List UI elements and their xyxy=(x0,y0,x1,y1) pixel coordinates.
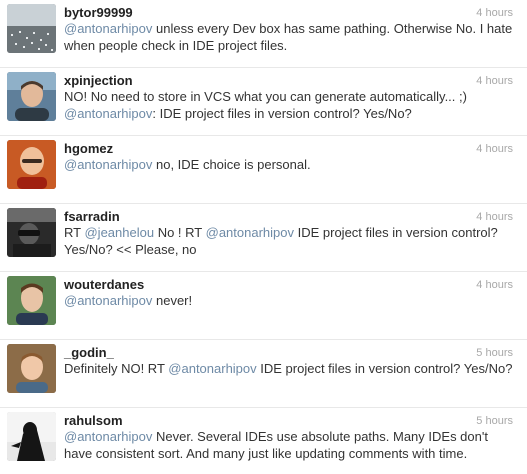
tweet-mention[interactable]: @jeanhelou xyxy=(84,225,154,240)
tweet-mention[interactable]: @antonarhipov xyxy=(64,106,152,121)
rahulsom-avatar-icon[interactable] xyxy=(7,412,56,461)
tweet-feed: bytor99999 4 hours @antonarhipov unless … xyxy=(0,0,527,474)
tweet-timestamp[interactable]: 4 hours xyxy=(476,279,513,291)
tweet-text-segment: no, IDE choice is personal. xyxy=(152,157,311,172)
tweet-item[interactable]: hgomez 4 hours @antonarhipov no, IDE cho… xyxy=(0,136,527,204)
tweet-username[interactable]: xpinjection xyxy=(64,73,133,88)
tweet-username[interactable]: _godin_ xyxy=(64,345,114,360)
tweet-mention[interactable]: @antonarhipov xyxy=(168,361,256,376)
tweet-text: RT @jeanhelou No ! RT @antonarhipov IDE … xyxy=(64,224,514,258)
tweet-timestamp[interactable]: 5 hours xyxy=(476,347,513,359)
tweet-timestamp[interactable]: 4 hours xyxy=(476,7,513,19)
tweet-username[interactable]: fsarradin xyxy=(64,209,120,224)
tweet-item[interactable]: bytor99999 4 hours @antonarhipov unless … xyxy=(0,0,527,68)
hgomez-avatar-icon[interactable] xyxy=(7,140,56,189)
tweet-text-segment: No ! RT xyxy=(154,225,206,240)
godin-avatar-icon[interactable] xyxy=(7,344,56,393)
tweet-text: Definitely NO! RT @antonarhipov IDE proj… xyxy=(64,360,514,377)
tweet-item[interactable]: rahulsom 5 hours @antonarhipov Never. Se… xyxy=(0,408,527,474)
fsarradin-avatar-icon[interactable] xyxy=(7,208,56,257)
tweet-text: NO! No need to store in VCS what you can… xyxy=(64,88,514,122)
tweet-item[interactable]: _godin_ 5 hours Definitely NO! RT @anton… xyxy=(0,340,527,408)
tweet-text-segment: IDE project files in version control? Ye… xyxy=(256,361,513,376)
tweet-item[interactable]: fsarradin 4 hours RT @jeanhelou No ! RT … xyxy=(0,204,527,272)
tweet-timestamp[interactable]: 4 hours xyxy=(476,75,513,87)
tweet-text: @antonarhipov no, IDE choice is personal… xyxy=(64,156,514,173)
tweet-text-segment: : IDE project files in version control? … xyxy=(152,106,412,121)
tweet-text-segment: Definitely NO! RT xyxy=(64,361,169,376)
tweet-text: @antonarhipov Never. Several IDEs use ab… xyxy=(64,428,514,462)
tweet-username[interactable]: wouterdanes xyxy=(64,277,144,292)
tweet-item[interactable]: xpinjection 4 hours NO! No need to store… xyxy=(0,68,527,136)
tweet-item[interactable]: wouterdanes 4 hours @antonarhipov never! xyxy=(0,272,527,340)
tweet-username[interactable]: bytor99999 xyxy=(64,5,133,20)
wouterdanes-avatar-icon[interactable] xyxy=(7,276,56,325)
xpinjection-avatar-icon[interactable] xyxy=(7,72,56,121)
tweet-mention[interactable]: @antonarhipov xyxy=(206,225,294,240)
tweet-timestamp[interactable]: 4 hours xyxy=(476,211,513,223)
tweet-username[interactable]: rahulsom xyxy=(64,413,123,428)
tweet-mention[interactable]: @antonarhipov xyxy=(64,157,152,172)
tweet-timestamp[interactable]: 5 hours xyxy=(476,415,513,427)
tweet-text: @antonarhipov never! xyxy=(64,292,514,309)
tweet-username[interactable]: hgomez xyxy=(64,141,113,156)
tweet-mention[interactable]: @antonarhipov xyxy=(64,429,152,444)
tweet-timestamp[interactable]: 4 hours xyxy=(476,143,513,155)
tweet-text: @antonarhipov unless every Dev box has s… xyxy=(64,20,514,54)
tweet-text-segment: RT xyxy=(64,225,85,240)
bytor-avatar-icon[interactable] xyxy=(7,4,56,53)
tweet-mention[interactable]: @antonarhipov xyxy=(64,21,152,36)
tweet-text-segment: NO! No need to store in VCS what you can… xyxy=(64,89,467,104)
tweet-text-segment: never! xyxy=(152,293,193,308)
tweet-mention[interactable]: @antonarhipov xyxy=(64,293,152,308)
